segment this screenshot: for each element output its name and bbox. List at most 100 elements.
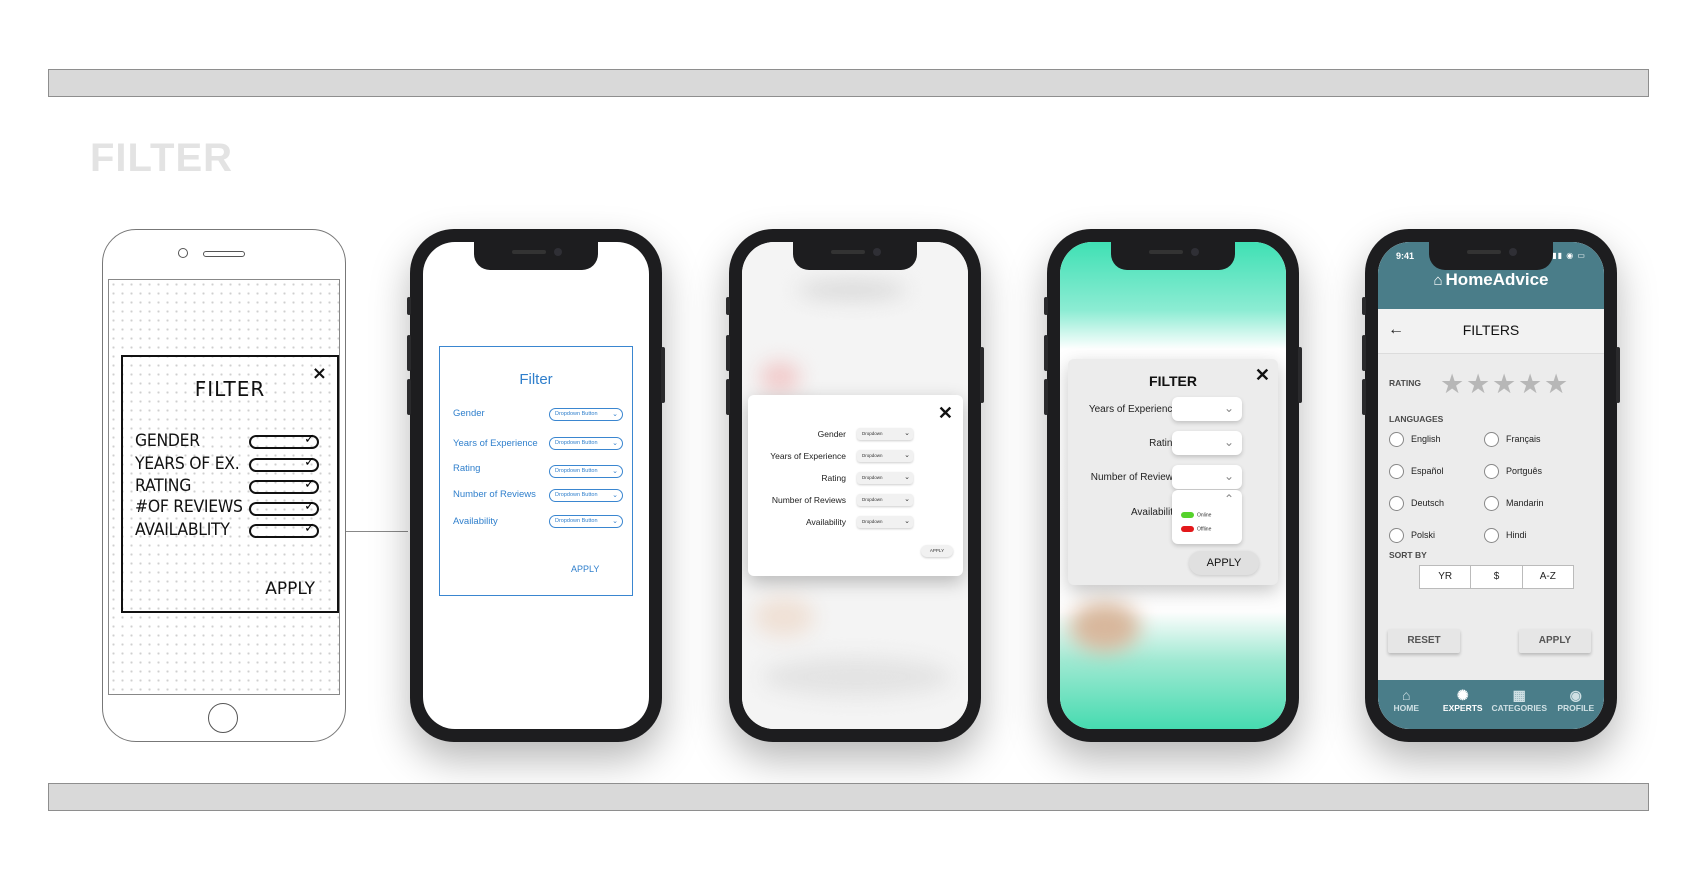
wireframe-dropdown-reviews[interactable]: Dropdown Button ⌄	[549, 489, 623, 502]
nav-item-categories[interactable]: ▦ CATEGORIES	[1491, 680, 1548, 729]
final-screen: 9:41 ▮▮▮ ◉ ▭ ⌂ HomeAdvice ← FILTERS RATIN…	[1378, 242, 1604, 729]
mockup-1-screen: ✕ Gender Dropdown ⌄ Years of Experience D…	[742, 242, 968, 729]
mockup-2-dropdown-years[interactable]: ⌄	[1172, 397, 1242, 421]
mockup-1-dropdown-years[interactable]: Dropdown ⌄	[857, 450, 913, 462]
radio-button[interactable]	[1484, 528, 1499, 543]
star-1-icon[interactable]: ★	[1440, 369, 1464, 400]
offline-indicator	[1181, 526, 1194, 532]
nav-item-experts[interactable]: ✺ EXPERTS	[1435, 680, 1492, 729]
mockup-2-dropdown-rating[interactable]: ⌄	[1172, 431, 1242, 455]
chevron-down-icon: ⌄	[612, 411, 618, 418]
filters-title-bar: ← FILTERS	[1378, 309, 1604, 354]
mockup-1-label-availability: Availability	[805, 517, 846, 527]
nav-item-home[interactable]: ⌂ HOME	[1378, 680, 1435, 729]
sketch-dropdown-availability[interactable]	[249, 521, 319, 538]
language-label: English	[1411, 433, 1441, 444]
sketch-screen: FILTER × GENDER YEARS OF EX. RATING #OF …	[108, 279, 340, 695]
sketch-dropdown-rating[interactable]	[249, 477, 319, 494]
mockup-1-apply-button[interactable]: APPLY	[921, 545, 953, 557]
wireframe-dropdown-gender[interactable]: Dropdown Button ⌄	[549, 408, 623, 421]
sort-option-year[interactable]: YR	[1420, 566, 1472, 588]
close-icon[interactable]: ✕	[938, 403, 953, 424]
sort-option-price[interactable]: $	[1471, 566, 1523, 588]
language-option-english[interactable]: English	[1389, 432, 1441, 447]
page-title: FILTER	[90, 136, 234, 180]
wireframe-label-rating: Rating	[453, 463, 481, 474]
close-icon[interactable]: ✕	[1255, 365, 1270, 386]
radio-button[interactable]	[1389, 496, 1404, 511]
wireframe-phone: Filter Gender Dropdown Button ⌄ Years of …	[407, 229, 665, 742]
mockup-1-dropdown-availability[interactable]: Dropdown ⌄	[857, 516, 913, 528]
radio-button[interactable]	[1389, 464, 1404, 479]
star-2-icon[interactable]: ★	[1466, 369, 1490, 400]
dropdown-text: Dropdown Button	[555, 411, 598, 417]
wireframe-label-reviews: Number of Reviews	[453, 489, 536, 500]
close-icon[interactable]: ×	[312, 363, 327, 384]
sketch-phone: FILTER × GENDER YEARS OF EX. RATING #OF …	[102, 229, 346, 742]
star-4-icon[interactable]: ★	[1518, 369, 1542, 400]
option-offline[interactable]: Offline	[1181, 526, 1211, 532]
wireframe-dropdown-rating[interactable]: Dropdown Button ⌄	[549, 465, 623, 478]
radio-button[interactable]	[1484, 432, 1499, 447]
camera-icon	[178, 248, 188, 258]
mockup-1-label-years: Years of Experience	[770, 451, 846, 461]
sort-by-label: SORT BY	[1389, 550, 1427, 560]
radio-button[interactable]	[1484, 496, 1499, 511]
wireframe-label-gender: Gender	[453, 408, 485, 419]
mockup-2-label-years: Years of Experience	[1088, 404, 1178, 415]
filters-title: FILTERS	[1462, 322, 1520, 338]
mockup-1-dropdown-rating[interactable]: Dropdown ⌄	[857, 472, 913, 484]
top-banner-bar	[48, 69, 1649, 97]
chevron-down-icon: ⌄	[904, 518, 910, 525]
mockup-phone-1: ✕ Gender Dropdown ⌄ Years of Experience D…	[726, 229, 984, 742]
sketch-apply-button[interactable]: APPLY	[265, 579, 315, 599]
mockup-2-apply-button[interactable]: APPLY	[1189, 551, 1259, 575]
dropdown-text: Dropdown	[862, 519, 883, 524]
language-option-mandarin[interactable]: Mandarin	[1484, 496, 1544, 511]
language-option-hindi[interactable]: Hindi	[1484, 528, 1527, 543]
radio-button[interactable]	[1389, 432, 1404, 447]
language-option-portugues[interactable]: Portguês	[1484, 464, 1542, 479]
languages-label: LANGUAGES	[1389, 414, 1444, 424]
language-option-deutsch[interactable]: Deutsch	[1389, 496, 1444, 511]
apply-button[interactable]: APPLY	[1519, 629, 1591, 653]
mockup-1-label-gender: Gender	[817, 429, 846, 439]
mockup-2-availability-dropdown-open[interactable]: ⌃ Online Offline	[1172, 490, 1242, 544]
language-label: Hindi	[1506, 529, 1527, 540]
mockup-2-title: FILTER	[1149, 373, 1197, 389]
wireframe-dropdown-years[interactable]: Dropdown Button ⌄	[549, 437, 623, 450]
option-label: Offline	[1197, 526, 1212, 533]
chevron-up-icon: ⌃	[1223, 492, 1234, 506]
option-label: Online	[1197, 512, 1212, 519]
wireframe-apply-button[interactable]: APPLY	[571, 564, 599, 574]
user-icon: ◉	[1569, 687, 1582, 703]
radio-button[interactable]	[1484, 464, 1499, 479]
nav-label: EXPERTS	[1442, 703, 1483, 713]
radio-button[interactable]	[1389, 528, 1404, 543]
sketch-dropdown-reviews[interactable]	[249, 499, 319, 516]
language-option-espanol[interactable]: Español	[1389, 464, 1444, 479]
option-online[interactable]: Online	[1181, 512, 1211, 518]
nav-label: PROFILE	[1557, 703, 1595, 713]
sketch-title: FILTER	[194, 377, 266, 401]
star-5-icon[interactable]: ★	[1544, 369, 1568, 400]
sketch-dropdown-gender[interactable]	[249, 432, 319, 449]
nav-item-profile[interactable]: ◉ PROFILE	[1548, 680, 1605, 729]
mockup-2-label-availability: Availability	[1130, 507, 1178, 518]
language-label: Mandarin	[1506, 497, 1544, 508]
mockup-1-dropdown-gender[interactable]: Dropdown ⌄	[857, 428, 913, 440]
star-3-icon[interactable]: ★	[1492, 369, 1516, 400]
language-option-francais[interactable]: Français	[1484, 432, 1541, 447]
mockup-1-dropdown-reviews[interactable]: Dropdown ⌄	[857, 494, 913, 506]
language-option-polski[interactable]: Polski	[1389, 528, 1435, 543]
wireframe-dropdown-availability[interactable]: Dropdown Button ⌄	[549, 515, 623, 528]
sort-option-alpha[interactable]: A-Z	[1523, 566, 1573, 588]
chevron-down-icon: ⌄	[904, 430, 910, 437]
mockup-2-label-reviews: Number of Reviews	[1090, 472, 1178, 483]
reset-button[interactable]: RESET	[1388, 629, 1460, 653]
mockup-2-dropdown-reviews[interactable]: ⌄	[1172, 465, 1242, 489]
nav-label: HOME	[1393, 703, 1420, 713]
brand-logo: ⌂ HomeAdvice	[1378, 270, 1604, 290]
rating-label: RATING	[1389, 378, 1421, 388]
sketch-dropdown-years[interactable]	[249, 455, 319, 472]
